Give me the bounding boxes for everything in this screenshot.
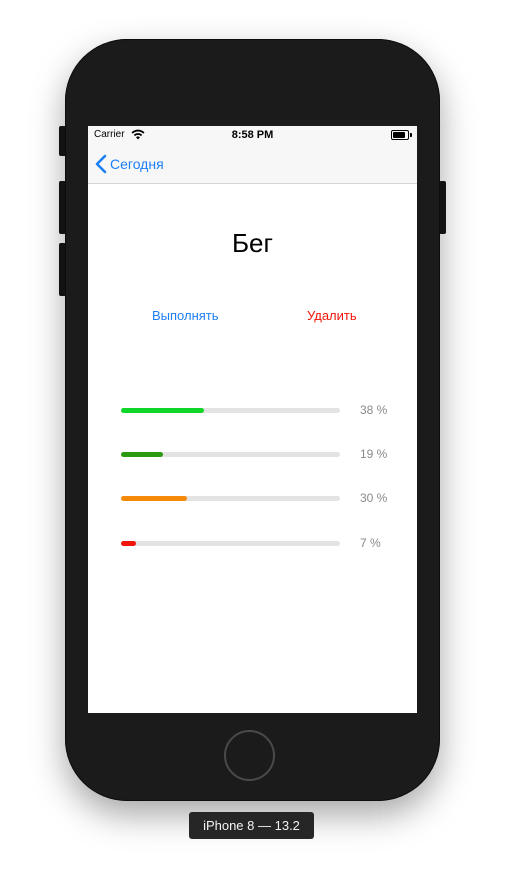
stat-row: 30 % bbox=[121, 490, 401, 508]
page-title: Бег bbox=[231, 228, 273, 258]
stat-row: 7 % bbox=[121, 535, 401, 553]
progress-percent: 19 % bbox=[360, 447, 388, 461]
progress-track bbox=[121, 541, 340, 546]
simulator-window: Carrier 8:58 PM Сегодня Бег Выполнять Уд… bbox=[0, 0, 505, 876]
progress-fill bbox=[121, 452, 163, 457]
status-bar: Carrier 8:58 PM bbox=[88, 126, 417, 144]
progress-track bbox=[121, 496, 340, 501]
progress-percent: 38 % bbox=[360, 403, 388, 417]
progress-fill bbox=[121, 408, 205, 413]
chevron-left-icon bbox=[95, 154, 107, 174]
stat-row: 38 % bbox=[121, 402, 401, 420]
progress-percent: 30 % bbox=[360, 491, 388, 505]
stat-row: 19 % bbox=[121, 446, 401, 464]
progress-track bbox=[121, 408, 340, 413]
progress-track bbox=[121, 452, 340, 457]
status-time: 8:58 PM bbox=[231, 129, 274, 141]
device-label: iPhone 8 — 13.2 bbox=[189, 812, 314, 839]
screen: Carrier 8:58 PM Сегодня Бег Выполнять Уд… bbox=[88, 126, 417, 713]
perform-button[interactable]: Выполнять bbox=[152, 308, 219, 323]
progress-percent: 7 % bbox=[360, 536, 381, 550]
back-button[interactable]: Сегодня bbox=[95, 152, 164, 176]
power-button bbox=[439, 181, 446, 234]
progress-fill bbox=[121, 541, 137, 546]
progress-fill bbox=[121, 496, 187, 501]
battery-icon bbox=[391, 130, 412, 140]
back-button-label: Сегодня bbox=[110, 156, 164, 172]
delete-button[interactable]: Удалить bbox=[307, 308, 357, 323]
home-button[interactable] bbox=[224, 730, 275, 781]
navigation-bar: Сегодня bbox=[88, 144, 417, 184]
